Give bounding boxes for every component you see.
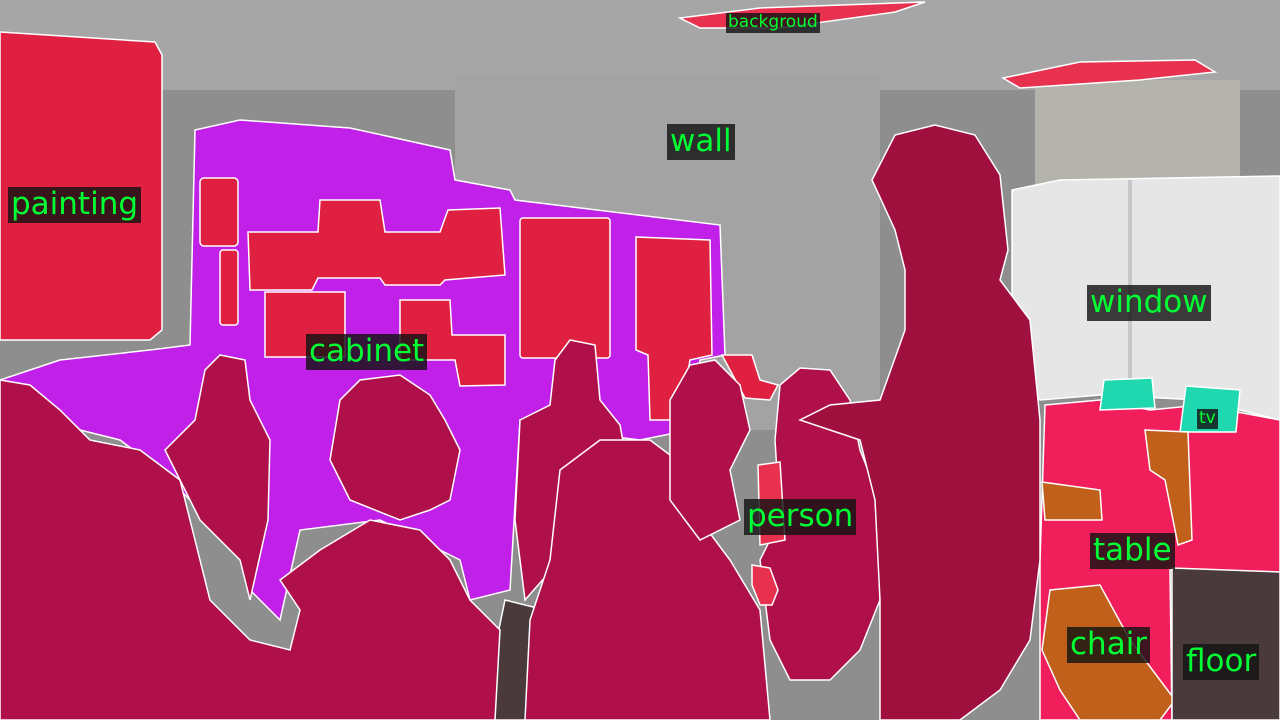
label-window: window <box>1087 285 1211 321</box>
painting-mask <box>219 249 239 326</box>
painting-mask <box>199 177 239 247</box>
label-chair: chair <box>1067 627 1151 663</box>
label-table: table <box>1090 533 1175 569</box>
label-person: person <box>744 499 857 535</box>
label-backgroud: backgroud <box>726 12 820 33</box>
label-tv: tv <box>1197 408 1218 429</box>
tv-mask <box>1099 377 1156 411</box>
person-mask <box>669 359 751 541</box>
label-floor: floor <box>1183 644 1260 680</box>
label-cabinet: cabinet <box>306 334 428 370</box>
label-painting: painting <box>8 187 142 223</box>
label-wall: wall <box>667 124 735 160</box>
painting-mask <box>519 217 611 359</box>
segmentation-scene: backgroud wall painting window cabinet t… <box>0 0 1280 720</box>
segmentation-overlay <box>0 0 1280 720</box>
alphabet-banner <box>1035 80 1240 190</box>
